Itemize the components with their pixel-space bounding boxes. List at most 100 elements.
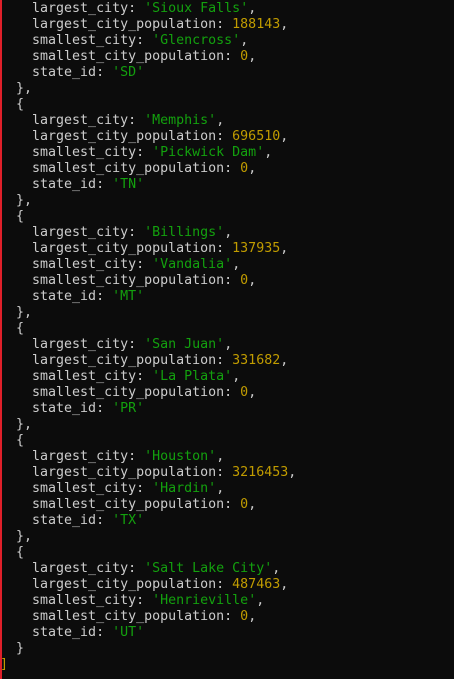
array-close: ] [0,657,296,673]
string-value: ' [208,113,217,128]
number-value: 137935 [232,241,281,256]
string-value: ' [144,561,153,576]
punctuation: smallest_city: [0,593,153,608]
record-field-largest-city: largest_city: 'Billings', [0,225,296,241]
string-value: Houston [152,449,209,464]
punctuation: , [240,33,249,48]
string-value: La Plata [160,369,225,384]
punctuation: state_id: [0,289,113,304]
punctuation: { [0,209,25,224]
number-value: 0 [240,385,249,400]
object-open: { [0,209,296,225]
punctuation: largest_city_population: [0,577,233,592]
object-close: }, [0,529,296,545]
object-close: }, [0,193,296,209]
punctuation: }, [0,81,33,96]
string-value: Salt Lake City [152,561,265,576]
punctuation: smallest_city_population: [0,385,241,400]
record-field-largest-city: largest_city: 'Houston', [0,449,296,465]
record-field-state-id: state_id: 'UT' [0,625,296,641]
punctuation: state_id: [0,625,113,640]
string-value: ' [216,337,225,352]
punctuation: , [216,449,225,464]
object-open: { [0,545,296,561]
record-field-smallest-city: smallest_city: 'Hardin', [0,481,296,497]
punctuation: largest_city: [0,225,145,240]
punctuation: , [288,465,297,480]
record-field-smallest-city: smallest_city: 'Vandalia', [0,257,296,273]
terminal-output[interactable]: largest_city: 'Sioux Falls', largest_cit… [0,1,296,673]
punctuation: , [264,145,273,160]
punctuation: }, [0,305,33,320]
record-field-state-id: state_id: 'SD' [0,65,296,81]
number-value: 0 [240,497,249,512]
record-field-largest-city-population: largest_city_population: 3216453, [0,465,296,481]
record-field-largest-city: largest_city: 'Memphis', [0,113,296,129]
number-value: 0 [240,609,249,624]
punctuation: smallest_city_population: [0,273,241,288]
punctuation: , [232,369,241,384]
punctuation: , [216,113,225,128]
string-value: ' [144,337,153,352]
string-value: ' [112,65,121,80]
punctuation: , [248,385,257,400]
string-value: ' [136,401,145,416]
string-value: ' [216,225,225,240]
string-value: MT [120,289,137,304]
punctuation: smallest_city_population: [0,49,241,64]
record-field-state-id: state_id: 'TX' [0,513,296,529]
record-field-smallest-city: smallest_city: 'Glencross', [0,33,296,49]
record-field-largest-city: largest_city: 'Salt Lake City', [0,561,296,577]
punctuation: }, [0,417,33,432]
string-value: ' [152,593,161,608]
string-value: ' [152,481,161,496]
punctuation: , [248,161,257,176]
punctuation: }, [0,193,33,208]
record-field-largest-city: largest_city: 'San Juan', [0,337,296,353]
string-value: ' [248,593,257,608]
number-value: 331682 [232,353,281,368]
punctuation: largest_city: [0,337,145,352]
punctuation: state_id: [0,401,113,416]
number-value: 487463 [232,577,281,592]
string-value: ' [112,289,121,304]
punctuation: largest_city_population: [0,465,233,480]
string-value: ' [152,369,161,384]
punctuation: , [232,257,241,272]
punctuation: , [280,17,289,32]
punctuation: state_id: [0,513,113,528]
string-value: ' [112,401,121,416]
number-value: 696510 [232,129,281,144]
punctuation: }, [0,529,33,544]
record-field-smallest-city-population: smallest_city_population: 0, [0,609,296,625]
object-open: { [0,321,296,337]
punctuation: largest_city_population: [0,17,233,32]
punctuation: largest_city: [0,1,145,16]
string-value: Vandalia [160,257,225,272]
punctuation: largest_city: [0,561,145,576]
string-value: Billings [152,225,217,240]
record-field-smallest-city-population: smallest_city_population: 0, [0,385,296,401]
punctuation: { [0,97,25,112]
punctuation: smallest_city_population: [0,497,241,512]
string-value: ' [144,1,153,16]
object-open: { [0,97,296,113]
string-value: ' [136,513,145,528]
object-close: }, [0,305,296,321]
string-value: ' [144,449,153,464]
object-open: { [0,433,296,449]
record-field-state-id: state_id: 'MT' [0,289,296,305]
string-value: PR [120,401,137,416]
string-value: Glencross [160,33,233,48]
string-value: ' [112,625,121,640]
record-field-smallest-city-population: smallest_city_population: 0, [0,273,296,289]
string-value: ' [144,225,153,240]
record-field-smallest-city: smallest_city: 'Pickwick Dam', [0,145,296,161]
number-value: 0 [240,49,249,64]
string-value: TX [120,513,137,528]
punctuation: } [0,641,25,656]
punctuation: { [0,321,25,336]
punctuation: { [0,545,25,560]
punctuation: , [248,273,257,288]
punctuation: , [248,497,257,512]
